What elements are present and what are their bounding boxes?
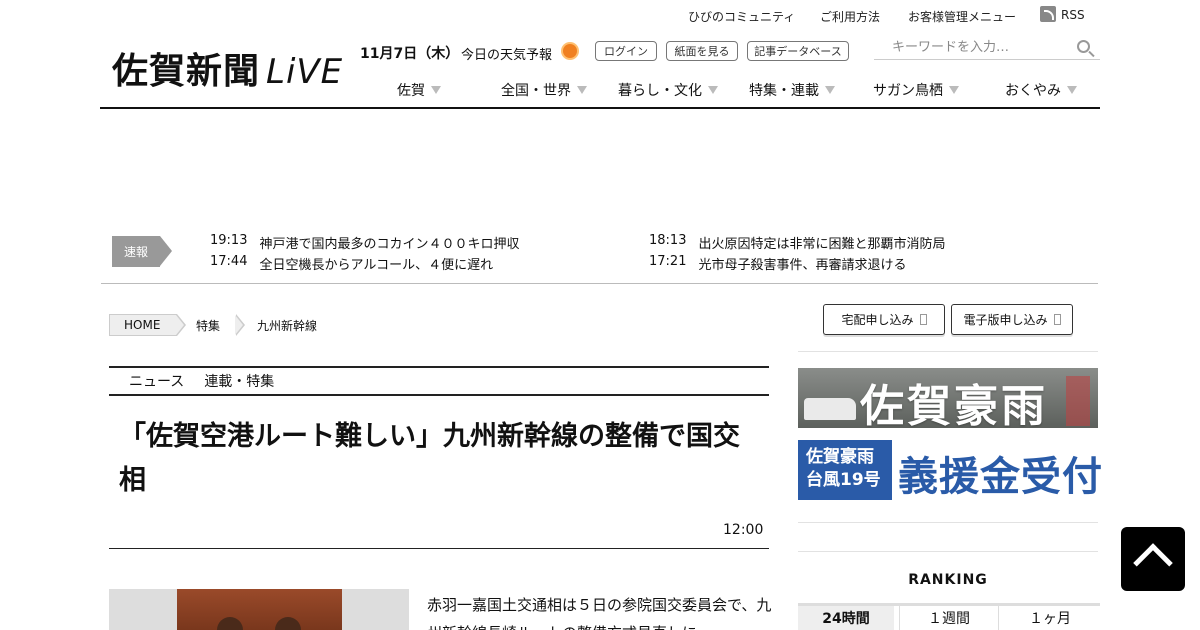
digital-subscribe-button[interactable]: 電子版申し込み [951, 304, 1073, 335]
nav-item-national-world[interactable]: 全国・世界 [501, 80, 587, 100]
saga-flood-banner[interactable]: 佐賀豪雨 [798, 368, 1098, 428]
photo-content [177, 589, 342, 630]
ranking-title: RANKING [908, 572, 988, 588]
breaking-time: 18:13 [649, 233, 687, 248]
banner-gap [798, 436, 1098, 437]
logo-live: LiVE [266, 52, 344, 92]
breaking-label: 速報 [112, 236, 160, 267]
breadcrumb-current: 九州新幹線 [257, 318, 318, 333]
section-features[interactable]: 連載・特集 [204, 371, 274, 391]
home-delivery-button[interactable]: 宅配申し込み [823, 304, 945, 335]
dropdown-triangle-icon [1067, 86, 1077, 94]
donation-banner[interactable]: 佐賀豪雨 台風19号 義援金受付 [798, 440, 1102, 500]
banner-photo-sign [1066, 376, 1090, 426]
back-to-top-icon [1133, 543, 1173, 583]
nav-label: 暮らし・文化 [618, 83, 702, 99]
button-label: 宅配申し込み [841, 313, 914, 327]
article-time: 12:00 [723, 522, 764, 538]
external-icon [919, 314, 927, 325]
sun-icon [563, 44, 577, 58]
rss-icon[interactable] [1040, 6, 1056, 22]
back-to-top-button[interactable] [1121, 527, 1185, 591]
search-box [874, 36, 1100, 60]
banner-photo-car [804, 398, 856, 420]
sidebar-divider [798, 551, 1098, 552]
breaking-text: 神戸港で国内最多のコカイン４００キロ押収 [259, 237, 520, 252]
breaking-text: 全日空機長からアルコール、４便に遅れ [259, 258, 494, 273]
current-date: 11月7日（木） [360, 46, 460, 62]
ranking-tab-24h[interactable]: 24時間 [798, 606, 894, 630]
breaking-item[interactable]: 17:44 全日空機長からアルコール、４便に遅れ [210, 254, 493, 273]
article-body: 赤羽一嘉国土交通相は５日の参院国交委員会で、九州新幹線長崎ルートの整備方式見直し… [427, 596, 772, 630]
breadcrumb-separator [235, 314, 245, 336]
article-divider [109, 548, 769, 549]
site-logo[interactable]: 佐賀新聞 LiVE [112, 42, 343, 94]
logo-text: 佐賀新聞 [112, 51, 261, 92]
view-paper-button[interactable]: 紙面を見る [666, 41, 738, 61]
breaking-text: 光市母子殺害事件、再審請求退ける [698, 258, 907, 273]
search-icon[interactable] [1077, 40, 1090, 53]
nav-item-sagan-tosu[interactable]: サガン鳥栖 [873, 80, 959, 100]
nav-item-features[interactable]: 特集・連載 [749, 80, 835, 100]
section-news[interactable]: ニュース [129, 371, 184, 391]
search-input[interactable] [874, 36, 1064, 59]
dropdown-triangle-icon [431, 86, 441, 94]
nav-item-obituaries[interactable]: おくやみ [1005, 80, 1077, 100]
nav-label: おくやみ [1005, 83, 1061, 99]
nav-divider [100, 107, 1100, 109]
section-bar: ニュース 連載・特集 [109, 366, 769, 396]
breaking-time: 17:21 [649, 254, 687, 269]
breadcrumb-home[interactable]: HOME [109, 314, 177, 336]
button-label: 電子版申し込み [963, 313, 1048, 327]
nav-label: サガン鳥栖 [873, 83, 943, 99]
breaking-arrow [160, 236, 172, 266]
banner-title: 佐賀豪雨 [860, 381, 1048, 428]
dropdown-triangle-icon [825, 86, 835, 94]
top-link-usage[interactable]: ご利用方法 [820, 8, 880, 25]
top-link-account-menu[interactable]: お客様管理メニュー [908, 8, 1016, 25]
breaking-item[interactable]: 17:21 光市母子殺害事件、再審請求退ける [649, 254, 906, 273]
donation-banner-label: 佐賀豪雨 台風19号 [798, 440, 892, 500]
article-photo[interactable] [109, 589, 409, 630]
breaking-text: 出火原因特定は非常に困難と那覇市消防局 [698, 237, 946, 252]
article-database-button[interactable]: 記事データベース [747, 41, 849, 61]
breaking-news-tag: 速報 [112, 236, 174, 267]
rss-link[interactable]: RSS [1061, 8, 1085, 22]
breaking-time: 19:13 [210, 233, 248, 248]
breaking-item[interactable]: 19:13 神戸港で国内最多のコカイン４００キロ押収 [210, 233, 519, 252]
weather-link[interactable]: 今日の天気予報 [461, 44, 552, 63]
sidebar-divider [798, 351, 1098, 352]
dropdown-triangle-icon [577, 86, 587, 94]
article-headline: 「佐賀空港ルート難しい」九州新幹線の整備で国交相 [119, 421, 740, 496]
breadcrumb-separator [176, 314, 186, 336]
nav-label: 佐賀 [397, 83, 425, 99]
donation-banner-title: 義援金受付 [898, 453, 1103, 500]
login-button[interactable]: ログイン [595, 41, 657, 61]
dropdown-triangle-icon [708, 86, 718, 94]
nav-item-saga[interactable]: 佐賀 [397, 80, 441, 100]
ranking-tab-month[interactable]: １ヶ月 [1000, 606, 1100, 630]
nav-item-life-culture[interactable]: 暮らし・文化 [618, 80, 718, 100]
breaking-divider [101, 283, 1098, 284]
breaking-item[interactable]: 18:13 出火原因特定は非常に困難と那覇市消防局 [649, 233, 945, 252]
dropdown-triangle-icon [949, 86, 959, 94]
breadcrumb-features[interactable]: 特集 [186, 314, 236, 336]
external-icon [1053, 314, 1061, 325]
breaking-time: 17:44 [210, 254, 248, 269]
ranking-tab-week[interactable]: １週間 [899, 606, 999, 630]
sidebar-divider [798, 522, 1098, 523]
top-link-community[interactable]: ひびのコミュニティ [688, 8, 795, 25]
nav-label: 全国・世界 [501, 83, 571, 99]
nav-label: 特集・連載 [749, 83, 819, 99]
